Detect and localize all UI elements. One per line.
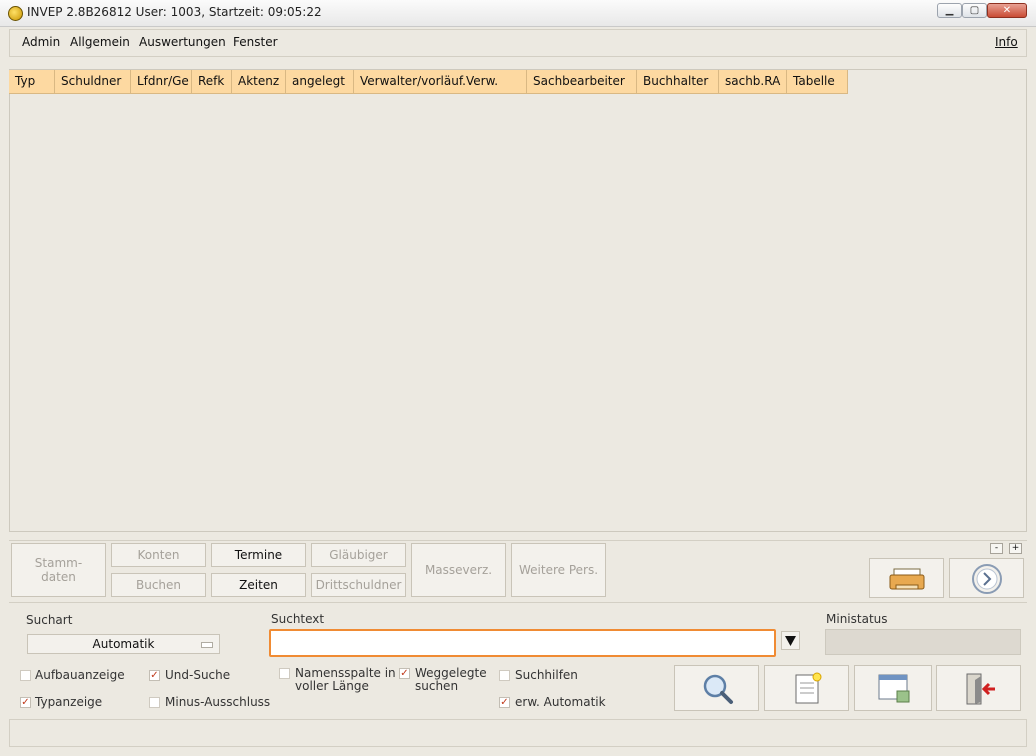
menu-info[interactable]: Info	[995, 35, 1018, 49]
suchhilfen-label: Suchhilfen	[515, 668, 578, 682]
und-suche-checkbox[interactable]: ✓	[149, 670, 160, 681]
erw-automatik-label: erw. Automatik	[515, 695, 606, 709]
column-header-refk[interactable]: Refk	[192, 70, 232, 94]
printer-icon	[889, 568, 925, 590]
column-header-lfdnr[interactable]: Lfdnr/Ge	[131, 70, 192, 94]
minus-ausschluss-label: Minus-Ausschluss	[165, 695, 271, 709]
drittschuldner-button[interactable]: Drittschuldner	[311, 573, 406, 597]
app-icon	[8, 6, 23, 21]
column-header-angelegt[interactable]: angelegt	[286, 70, 354, 94]
weggelegte-label: Weggelegte suchen	[415, 666, 487, 693]
close-icon: ✕	[1002, 5, 1012, 16]
search-button[interactable]	[674, 665, 759, 711]
namensspalte-label: Namensspalte in voller Länge	[295, 666, 396, 693]
minimize-button[interactable]: ▁	[937, 3, 962, 18]
print-button[interactable]	[869, 558, 944, 598]
suchtext-label: Suchtext	[271, 612, 325, 626]
zeiten-button[interactable]: Zeiten	[211, 573, 306, 597]
window-icon	[878, 674, 910, 703]
minus-ausschluss-checkbox[interactable]	[149, 697, 160, 708]
weggelegte-checkbox[interactable]: ✓	[399, 668, 410, 679]
close-button[interactable]: ✕	[987, 3, 1027, 18]
triangle-down-icon	[785, 636, 796, 646]
termine-button[interactable]: Termine	[211, 543, 306, 567]
ministatus-field	[825, 629, 1021, 655]
maximize-button[interactable]: ▢	[962, 3, 987, 18]
menu-allgemein[interactable]: Allgemein	[70, 35, 130, 49]
stammdaten-button[interactable]: Stamm- daten	[11, 543, 106, 597]
dropdown-icon	[201, 642, 213, 648]
column-header-verwalter[interactable]: Verwalter/vorläuf.Verw.	[354, 70, 527, 94]
column-header-sachbearbeiter[interactable]: Sachbearbeiter	[527, 70, 637, 94]
column-header-schuldner[interactable]: Schuldner	[55, 70, 131, 94]
column-header-typ[interactable]: Typ	[9, 70, 55, 94]
column-header-aktenz[interactable]: Aktenz	[232, 70, 286, 94]
und-suche-label: Und-Suche	[165, 668, 231, 682]
suchtext-dropdown-button[interactable]	[781, 631, 800, 650]
results-table[interactable]	[9, 69, 1027, 532]
exit-button[interactable]	[936, 665, 1021, 711]
suchhilfen-checkbox[interactable]	[499, 670, 510, 681]
aufbauanzeige-label: Aufbauanzeige	[35, 668, 125, 682]
aufbauanzeige-checkbox[interactable]	[20, 670, 31, 681]
exit-icon	[966, 673, 995, 705]
column-header-sachb-ra[interactable]: sachb.RA	[719, 70, 787, 94]
typanzeige-label: Typanzeige	[35, 695, 103, 709]
column-header-tabelle[interactable]: Tabelle	[787, 70, 848, 94]
suchtext-input[interactable]	[269, 629, 776, 657]
ministatus-label: Ministatus	[826, 612, 888, 626]
column-header-buchhalter[interactable]: Buchhalter	[637, 70, 719, 94]
zoom-out-button[interactable]: -	[990, 543, 1003, 554]
namensspalte-checkbox[interactable]	[279, 668, 290, 679]
clock-arrow-icon	[972, 564, 1002, 594]
menu-admin[interactable]: Admin	[22, 35, 60, 49]
typanzeige-checkbox[interactable]: ✓	[20, 697, 31, 708]
suchart-label: Suchart	[26, 613, 73, 627]
konten-button[interactable]: Konten	[111, 543, 206, 567]
masseverz-button[interactable]: Masseverz.	[411, 543, 506, 597]
erw-automatik-checkbox[interactable]: ✓	[499, 697, 510, 708]
next-button[interactable]	[949, 558, 1024, 598]
status-bar	[9, 719, 1027, 747]
menu-auswertungen[interactable]: Auswertungen	[139, 35, 226, 49]
new-document-icon	[795, 672, 822, 704]
window-title: INVEP 2.8B26812 User: 1003, Startzeit: 0…	[27, 5, 322, 19]
new-document-button[interactable]	[764, 665, 849, 711]
zoom-in-button[interactable]: +	[1009, 543, 1022, 554]
buchen-button[interactable]: Buchen	[111, 573, 206, 597]
suchart-select[interactable]: Automatik	[27, 634, 220, 654]
glaeubiger-button[interactable]: Gläubiger	[311, 543, 406, 567]
menu-fenster[interactable]: Fenster	[233, 35, 278, 49]
magnifier-icon	[703, 674, 733, 704]
window-button[interactable]	[854, 665, 932, 711]
weitere-pers-button[interactable]: Weitere Pers.	[511, 543, 606, 597]
